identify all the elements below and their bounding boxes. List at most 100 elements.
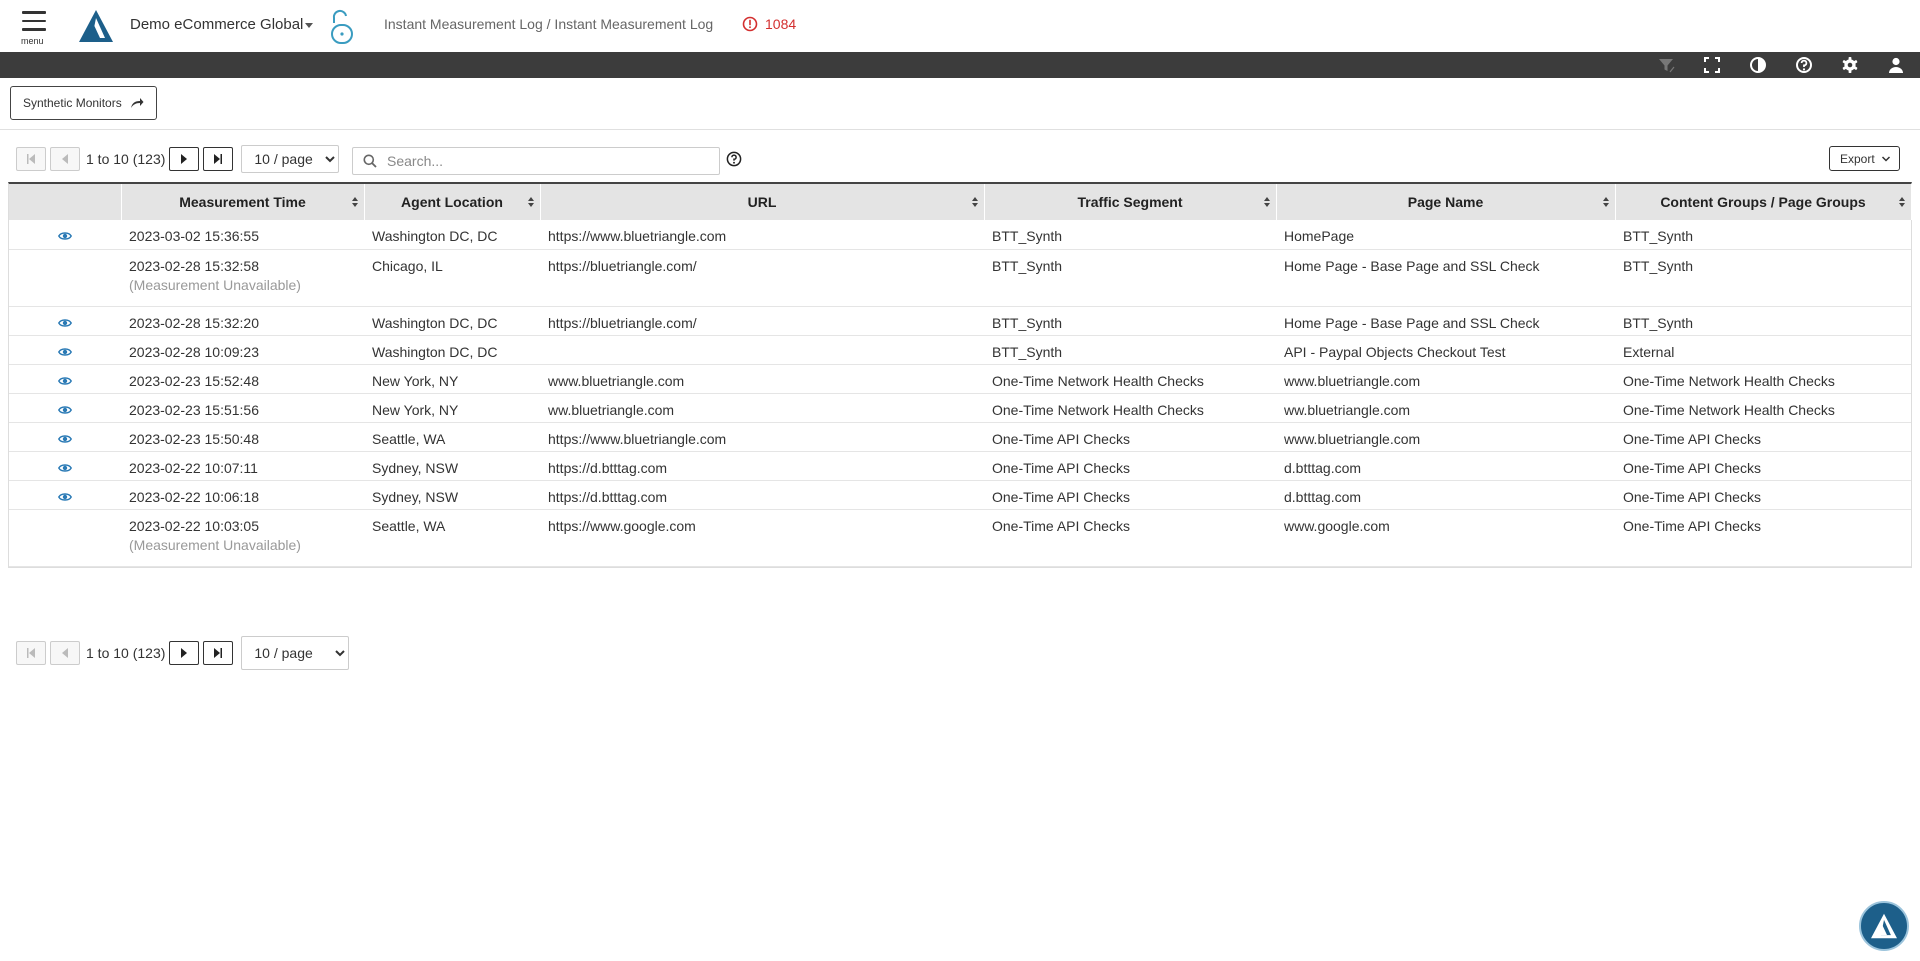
eye-icon[interactable] [58, 492, 72, 502]
content-group-text: BTT_Synth [1623, 228, 1694, 244]
sort-icon[interactable] [971, 197, 978, 207]
gear-icon[interactable] [1841, 56, 1859, 74]
alert-indicator[interactable]: 1084 [742, 16, 796, 32]
view-cell [9, 393, 121, 423]
table-row[interactable]: 2023-02-28 15:32:58 (Measurement Unavaila… [9, 249, 1911, 307]
contrast-icon[interactable] [1749, 56, 1767, 74]
traffic-segment-text: BTT_Synth [992, 228, 1063, 244]
column-header-label: Traffic Segment [1077, 194, 1183, 210]
eye-icon[interactable] [58, 376, 72, 386]
url-text: www.bluetriangle.com [548, 372, 685, 389]
column-header-label: Agent Location [401, 194, 503, 210]
measurement-time-text: 2023-02-28 15:32:20 [129, 314, 259, 331]
traffic-segment-cell: One-Time API Checks [984, 422, 1276, 452]
help-icon[interactable] [1795, 56, 1813, 74]
unlock-icon[interactable] [329, 9, 355, 45]
url-cell: ww.bluetriangle.com [540, 393, 984, 423]
column-header-page-name[interactable]: Page Name [1276, 184, 1616, 220]
traffic-segment-cell: One-Time Network Health Checks [984, 393, 1276, 423]
traffic-segment-text: One-Time Network Health Checks [992, 372, 1204, 389]
table-row[interactable]: 2023-02-28 15:32:20 Washington DC, DC http… [9, 306, 1911, 336]
page-range-text: 1 to 10 (123) [86, 645, 166, 661]
content-group-text: One-Time API Checks [1623, 488, 1761, 505]
page-size-select[interactable]: 10 / page 25 / page 50 / page 100 / page [241, 636, 350, 670]
menu-button[interactable]: menu [20, 11, 48, 47]
eye-icon[interactable] [58, 463, 72, 473]
agent-location-cell: Chicago, IL [364, 249, 540, 307]
content-group-cell: BTT_Synth [1615, 220, 1911, 250]
next-page-button[interactable] [169, 641, 200, 665]
sort-icon[interactable] [1898, 197, 1905, 207]
page-name-cell: API - Paypal Objects Checkout Test [1276, 335, 1615, 365]
first-page-button[interactable] [16, 147, 46, 171]
agent-location-text: New York, NY [372, 372, 459, 389]
content-group-text: One-Time Network Health Checks [1623, 401, 1835, 418]
next-page-button[interactable] [169, 147, 200, 171]
table-row[interactable]: 2023-02-22 10:06:18 Sydney, NSW https://d.… [9, 480, 1911, 510]
sort-icon[interactable] [1602, 197, 1609, 207]
export-button[interactable]: Export [1829, 146, 1900, 171]
sort-icon[interactable] [1263, 197, 1270, 207]
last-page-button[interactable] [203, 641, 234, 665]
table-row[interactable]: 2023-02-28 10:09:23 Washington DC, DC BTT_… [9, 335, 1911, 365]
traffic-segment-cell: One-Time API Checks [984, 451, 1276, 481]
table-row[interactable]: 2023-02-23 15:52:48 New York, NY www.bluet… [9, 364, 1911, 394]
sort-icon[interactable] [527, 197, 534, 207]
column-header-label: Content Groups / Page Groups [1660, 194, 1866, 210]
org-name[interactable]: Demo eCommerce Global [130, 16, 303, 33]
page-size-select[interactable]: 10 / page 25 / page 50 / page 100 / page [241, 145, 340, 173]
column-header-traffic-segment[interactable]: Traffic Segment [984, 184, 1277, 220]
content-group-cell: External [1615, 335, 1911, 365]
content-group-text: BTT_Synth [1623, 314, 1694, 331]
table-row[interactable]: 2023-03-02 15:36:55 Washington DC, DC http… [9, 220, 1911, 250]
traffic-segment-cell: BTT_Synth [984, 220, 1276, 250]
search-box[interactable] [352, 147, 720, 175]
fullscreen-icon[interactable] [1703, 56, 1721, 74]
alert-circle-icon [742, 16, 758, 32]
table-row[interactable]: 2023-02-23 15:51:56 New York, NY ww.bluetr… [9, 393, 1911, 423]
url-cell: www.bluetriangle.com [540, 364, 984, 394]
eye-icon[interactable] [58, 318, 72, 328]
eye-icon[interactable] [58, 405, 72, 415]
agent-location-cell: New York, NY [364, 393, 540, 423]
table-row[interactable]: 2023-02-22 10:03:05 (Measurement Unavaila… [9, 509, 1911, 567]
last-page-button[interactable] [203, 147, 234, 171]
eye-icon[interactable] [58, 347, 72, 357]
column-header-content-groups[interactable]: Content Groups / Page Groups [1615, 184, 1912, 220]
eye-icon[interactable] [58, 231, 72, 241]
column-header-label: URL [747, 194, 777, 210]
measurement-unavailable-note: (Measurement Unavailable) [129, 536, 301, 553]
divider [0, 129, 1920, 130]
table-row[interactable]: 2023-02-22 10:07:11 Sydney, NSW https://d.… [9, 451, 1911, 481]
synthetic-monitors-button[interactable]: Synthetic Monitors [10, 86, 157, 120]
column-header-agent-location[interactable]: Agent Location [364, 184, 541, 220]
column-header-url[interactable]: URL [540, 184, 985, 220]
global-toolbar [0, 52, 1920, 78]
caret-down-icon[interactable] [305, 23, 313, 28]
first-page-button[interactable] [16, 641, 46, 665]
measurement-time-cell: 2023-02-22 10:07:11 [121, 451, 364, 481]
column-header-measurement-time[interactable]: Measurement Time [121, 184, 365, 220]
user-icon[interactable] [1887, 56, 1905, 74]
search-help-icon[interactable] [726, 151, 742, 167]
measurement-time-cell: 2023-02-22 10:06:18 [121, 480, 364, 510]
eye-icon[interactable] [58, 434, 72, 444]
menu-label: menu [21, 36, 44, 46]
content-group-text: One-Time API Checks [1623, 517, 1761, 534]
measurement-time-cell: 2023-02-23 15:51:56 [121, 393, 364, 423]
table-row[interactable]: 2023-02-23 15:50:48 Seattle, WA https://ww… [9, 422, 1911, 452]
content-group-cell: One-Time Network Health Checks [1615, 364, 1911, 394]
sort-icon[interactable] [351, 197, 358, 207]
content-group-cell: One-Time API Checks [1615, 451, 1911, 481]
prev-page-button[interactable] [50, 147, 80, 171]
export-label: Export [1840, 151, 1875, 166]
search-input[interactable] [385, 152, 709, 170]
filter-icon[interactable] [1657, 56, 1675, 74]
url-cell: https://www.bluetriangle.com [540, 220, 984, 250]
view-cell [9, 509, 121, 567]
brand-logo-icon[interactable] [78, 9, 114, 43]
prev-page-button[interactable] [50, 641, 80, 665]
assistant-button[interactable] [1859, 901, 1909, 951]
agent-location-cell: Washington DC, DC [364, 306, 540, 336]
content-group-text: One-Time Network Health Checks [1623, 372, 1835, 389]
